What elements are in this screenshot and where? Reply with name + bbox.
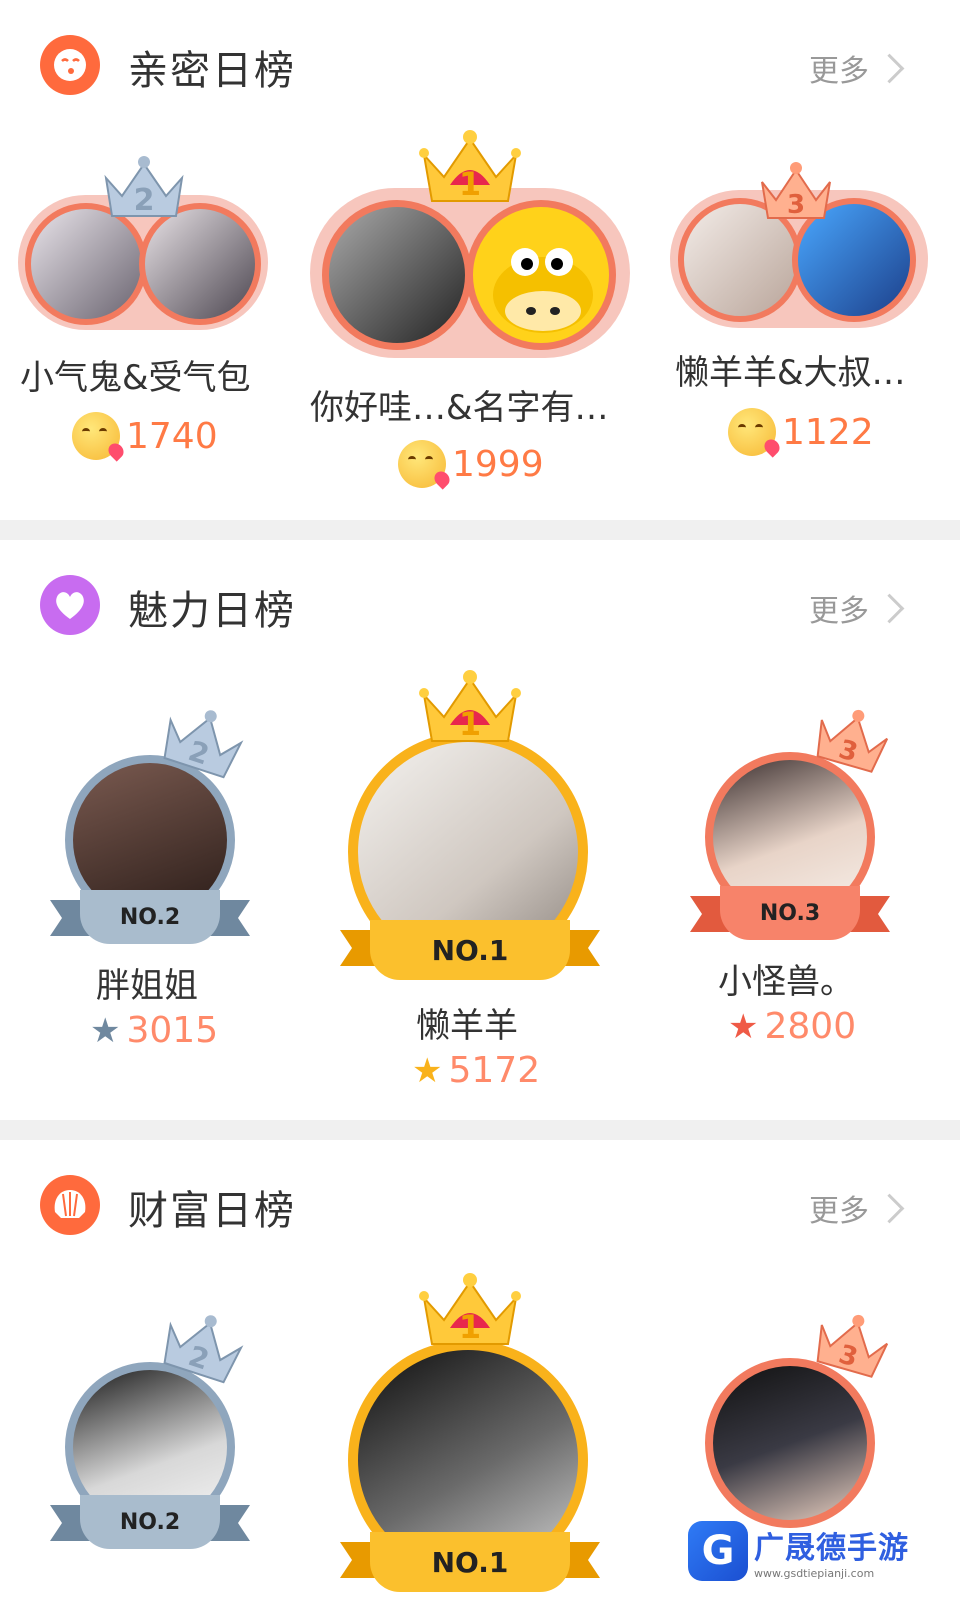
watermark-sub: www.gsdtiepianji.com [754,1566,875,1580]
svg-text:1: 1 [459,705,481,743]
rank-badge-text: NO.1 [431,1545,509,1579]
rank-badge-text: NO.2 [119,904,181,930]
avatar [705,1358,875,1528]
section-divider [0,1120,960,1140]
gold-crown-icon: 1 [419,670,521,743]
user-score: ★ 5172 [412,1050,540,1091]
rank-badge-text: NO.2 [119,1509,181,1535]
watermark-main: 广晟德手游 [754,1530,909,1566]
charm-section: 魅力日榜 更多 2 NO.2 胖姐姐 ★ 3015 1 NO.1 懒羊羊 ★ 517… [0,540,960,1120]
bronze-crown-icon: 3 [761,162,831,220]
pair-name: 懒羊羊&大叔… [675,353,906,393]
pair-name: 你好哇…&名字有… [310,388,609,428]
kiss-emoji-icon [72,412,120,460]
user-score: ★ 3015 [90,1010,218,1051]
score-value: 5172 [448,1050,541,1091]
rank-badge-text: NO.1 [431,933,509,967]
score-value: 1740 [126,415,218,457]
svg-text:3: 3 [787,190,805,220]
heart-icon [40,575,100,635]
chevron-right-icon [874,1193,905,1223]
silver-crown-icon: 2 [104,156,184,218]
section-title: 魅力日榜 [128,588,296,634]
charm-header: 魅力日榜 更多 [0,540,960,670]
chevron-right-icon [874,593,905,623]
score-value: 2800 [764,1006,857,1047]
user-name: 懒羊羊 [416,1006,518,1046]
section-title: 财富日榜 [128,1188,296,1234]
ribbon-body: NO.2 [80,1495,220,1549]
shell-icon [40,1175,100,1235]
watermark: G 广晟德手游 www.gsdtiepianji.com [688,1516,938,1586]
rank-ribbon: NO.1 [340,920,600,980]
rank-ribbon: NO.1 [340,1532,600,1592]
more-label: 更多 [809,594,869,629]
wealth-header: 财富日榜 更多 [0,1140,960,1270]
intimacy-header: 亲密日榜 更多 [0,0,960,130]
star-icon: ★ [728,1006,759,1047]
user-name: 小怪兽。 [718,962,854,1002]
more-label: 更多 [809,1194,869,1229]
rank-ribbon: NO.2 [50,890,250,944]
kiss-face-icon [40,35,100,95]
star-icon: ★ [412,1050,443,1091]
kiss-emoji-icon [398,440,446,488]
more-link[interactable]: 更多 [809,586,905,630]
kiss-emoji-icon [728,408,776,456]
svg-text:1: 1 [459,1308,481,1346]
ribbon-body: NO.1 [370,920,570,980]
score-value: 1122 [782,411,874,453]
gold-crown-icon: 1 [419,130,521,203]
ribbon-body: NO.1 [370,1532,570,1592]
score-value: 1999 [452,443,544,485]
rank-ribbon: NO.2 [50,1495,250,1549]
star-icon: ★ [90,1010,121,1051]
rank-ribbon: NO.3 [690,886,890,940]
ribbon-body: NO.3 [720,886,860,940]
user-name: 胖姐姐 [96,966,198,1006]
user-score: ★ 2800 [728,1006,856,1047]
pair-score: 1122 [728,408,874,456]
more-link[interactable]: 更多 [809,1186,905,1230]
ribbon-body: NO.2 [80,890,220,944]
watermark-logo: G [688,1521,748,1581]
svg-text:1: 1 [459,165,481,203]
chevron-right-icon [874,53,905,83]
rank-badge-text: NO.3 [759,900,821,926]
section-divider [0,520,960,540]
more-label: 更多 [809,54,869,89]
more-link[interactable]: 更多 [809,46,905,90]
watermark-text: 广晟德手游 www.gsdtiepianji.com [754,1523,909,1580]
gold-crown-icon: 1 [419,1273,521,1346]
intimacy-section: 亲密日榜 更多 2 小气鬼&受气包 1740 1 你好哇…&名字有… 1999 … [0,0,960,520]
pair-score: 1999 [398,440,544,488]
svg-text:2: 2 [134,183,155,218]
avatar [322,200,472,350]
avatar [466,200,616,350]
section-title: 亲密日榜 [128,48,296,94]
pair-score: 1740 [72,412,218,460]
pair-name: 小气鬼&受气包 [20,358,251,398]
score-value: 3015 [126,1010,219,1051]
